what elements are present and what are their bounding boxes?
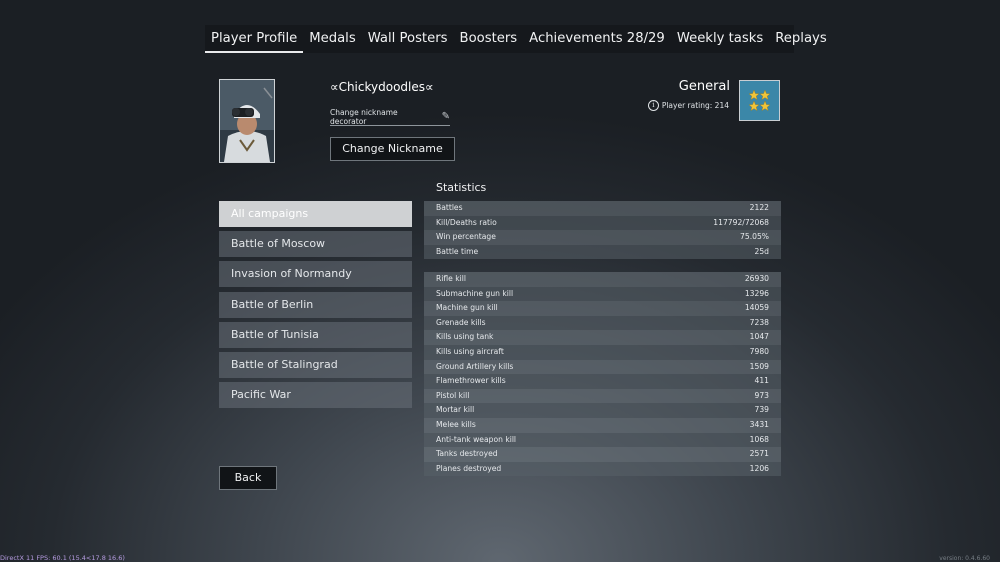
table-row: Mortar kill 739 xyxy=(424,403,781,418)
player-avatar[interactable] xyxy=(219,79,275,163)
table-row: Kill/Deaths ratio 117792/72068 xyxy=(424,215,781,231)
rank-badge xyxy=(739,80,780,121)
stat-label: Grenade kills xyxy=(436,317,486,327)
statistics-title: Statistics xyxy=(436,181,487,194)
general-stars-icon xyxy=(748,89,771,112)
info-icon[interactable]: i xyxy=(647,100,659,111)
stat-label: Kills using tank xyxy=(436,332,494,342)
campaign-item-normandy[interactable]: Invasion of Normandy xyxy=(219,261,412,288)
campaign-item-pacific[interactable]: Pacific War xyxy=(219,382,412,409)
stat-value: 2571 xyxy=(749,449,769,459)
table-row: Grenade kills 7238 xyxy=(424,315,781,331)
tab-replays[interactable]: Replays xyxy=(769,25,832,53)
player-nickname: ∝Chickydoodles∝ xyxy=(330,80,434,94)
table-row: Submachine gun kill 13296 xyxy=(424,286,781,302)
stat-label: Battles xyxy=(436,203,463,212)
stat-value: 75.05% xyxy=(740,232,769,242)
table-row: Machine gun kill 14059 xyxy=(424,301,781,316)
tab-weekly-tasks[interactable]: Weekly tasks xyxy=(671,25,769,53)
stat-label: Anti-tank weapon kill xyxy=(436,434,517,444)
stat-value: 1068 xyxy=(749,434,769,444)
stat-value: 25d xyxy=(754,246,769,256)
campaign-item-all[interactable]: All campaigns xyxy=(219,201,412,227)
stat-label: Battle time xyxy=(436,246,479,256)
stat-value: 411 xyxy=(754,376,770,386)
pencil-icon: ✎ xyxy=(441,111,450,122)
table-row: Tanks destroyed 2571 xyxy=(424,447,781,462)
stat-label: Submachine gun kill xyxy=(436,288,514,298)
stat-value: 1047 xyxy=(749,332,769,342)
decorator-label: Change nickname decorator xyxy=(330,107,398,126)
change-nickname-button[interactable]: Change Nickname xyxy=(330,137,455,161)
campaign-item-moscow[interactable]: Battle of Moscow xyxy=(219,231,412,258)
stat-label: Kills using aircraft xyxy=(436,346,504,356)
table-row: Win percentage 75.05% xyxy=(424,230,781,245)
stat-label: Ground Artillery kills xyxy=(436,361,514,371)
table-row: Melee kills 3431 xyxy=(424,417,781,433)
table-row: Battles 2122 xyxy=(424,201,781,216)
stat-label: Planes destroyed xyxy=(436,463,502,473)
table-row: Flamethrower kills 411 xyxy=(424,374,781,389)
table-row: Rifle kill 26930 xyxy=(424,272,781,287)
change-decorator-link[interactable]: Change nickname decorator ✎ xyxy=(330,108,450,126)
stat-value: 7238 xyxy=(749,317,769,327)
stat-value: 14059 xyxy=(744,303,769,313)
campaign-item-tunisia[interactable]: Battle of Tunisia xyxy=(219,321,412,348)
player-rating: i Player rating: 214 xyxy=(647,100,729,111)
version-label: version: 0.4.6.60 xyxy=(939,555,990,562)
general-stats-table: Battles 2122 Kill/Deaths ratio 117792/7206… xyxy=(424,201,781,260)
tab-wall-posters[interactable]: Wall Posters xyxy=(362,25,454,53)
player-rating-label: Player rating: 214 xyxy=(661,101,729,110)
campaign-item-stalingrad[interactable]: Battle of Stalingrad xyxy=(219,351,412,378)
stat-value: 26930 xyxy=(744,274,769,283)
stat-value: 3431 xyxy=(749,419,769,429)
stat-label: Kill/Deaths ratio xyxy=(436,217,497,227)
stat-value: 739 xyxy=(754,405,770,415)
stat-label: Rifle kill xyxy=(436,274,466,283)
back-button[interactable]: Back xyxy=(219,466,277,490)
kill-stats-table: Rifle kill 26930 Submachine gun kill 13296… xyxy=(424,272,781,477)
tab-boosters[interactable]: Boosters xyxy=(454,25,524,53)
table-row: Anti-tank weapon kill 1068 xyxy=(424,432,781,448)
fps-counter: DirectX 11 FPS: 60.1 (15.4<17.8 16.6) xyxy=(0,554,125,562)
stat-value: 1509 xyxy=(749,361,769,371)
campaign-list: All campaigns Battle of Moscow Invasion … xyxy=(219,201,412,412)
stat-label: Melee kills xyxy=(436,419,476,429)
stat-label: Tanks destroyed xyxy=(436,449,498,459)
stat-value: 973 xyxy=(754,390,770,400)
stat-label: Win percentage xyxy=(436,232,496,242)
stat-label: Mortar kill xyxy=(436,405,475,415)
table-row: Kills using tank 1047 xyxy=(424,330,781,345)
table-row: Kills using aircraft 7980 xyxy=(424,344,781,360)
soldier-portrait-image xyxy=(220,80,274,162)
table-row: Battle time 25d xyxy=(424,244,781,260)
stat-value: 7980 xyxy=(749,346,769,356)
stat-label: Machine gun kill xyxy=(436,303,498,313)
top-navigation: Player Profile Medals Wall Posters Boost… xyxy=(205,25,827,53)
campaign-item-berlin[interactable]: Battle of Berlin xyxy=(219,291,412,318)
stat-value: 1206 xyxy=(749,463,769,473)
stat-value: 2122 xyxy=(749,203,769,212)
table-row: Ground Artillery kills 1509 xyxy=(424,359,781,375)
tab-player-profile[interactable]: Player Profile xyxy=(205,25,304,53)
stat-value: 13296 xyxy=(744,288,769,298)
stat-value: 117792/72068 xyxy=(713,217,769,227)
tab-achievements[interactable]: Achievements 28/29 xyxy=(523,25,671,53)
tab-medals[interactable]: Medals xyxy=(303,25,361,53)
table-row: Planes destroyed 1206 xyxy=(424,461,781,477)
stat-label: Flamethrower kills xyxy=(436,376,506,386)
stat-label: Pistol kill xyxy=(436,390,470,400)
rank-title: General xyxy=(678,79,730,94)
table-row: Pistol kill 973 xyxy=(424,388,781,404)
